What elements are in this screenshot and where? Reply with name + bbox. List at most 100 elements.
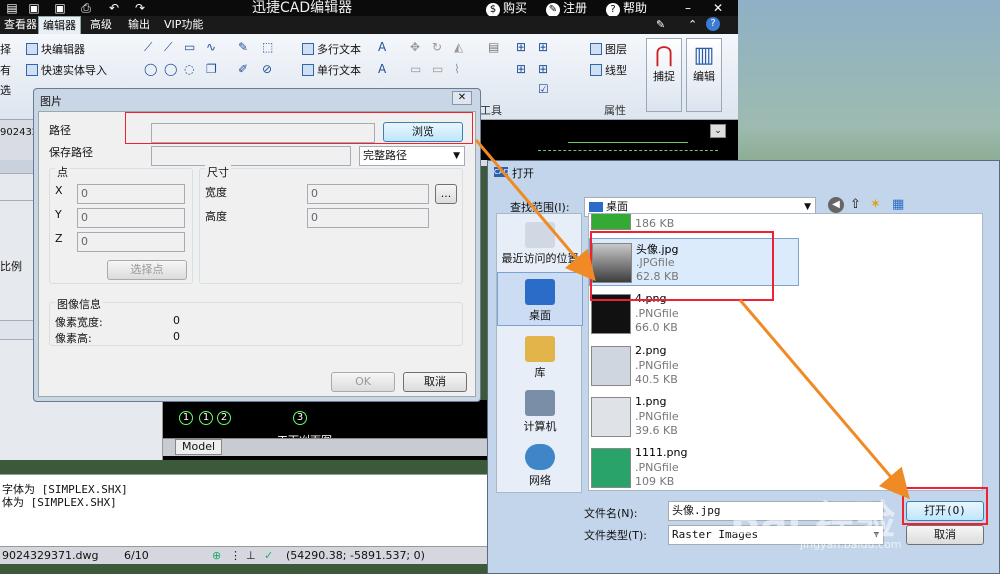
arc-tool-icon[interactable]: ◌ [184,62,194,76]
singleline-text-button[interactable]: 单行文本 [302,62,361,78]
spline-tool-icon[interactable]: ∿ [206,40,216,54]
grid-status-icon[interactable]: ⋮ [230,547,241,565]
help-icon: ? [606,3,620,17]
desktop-icon [589,202,603,212]
linetype-button[interactable]: 线型 [590,62,627,78]
layout-tabs: Model [163,438,488,456]
style-icon[interactable]: ✎ [656,18,665,31]
text-style-icon[interactable]: A [378,40,386,54]
redo-icon[interactable]: ↷ [132,1,148,15]
quick-import-button[interactable]: 快速实体导入 [26,62,107,78]
block-editor-icon [26,43,38,55]
circle-tool-icon[interactable]: ◯ [144,62,157,76]
scale-icon[interactable]: ▭ [432,62,443,76]
up-folder-icon[interactable]: ⇧ [850,197,861,212]
save-as-icon[interactable]: ▣ [52,1,68,15]
x-input[interactable]: 0 [77,184,185,204]
ellipse-tool-icon[interactable]: ◯ [164,62,177,76]
array-icon[interactable]: ⊞ [538,62,548,76]
brush-tool-icon[interactable]: ✐ [238,62,248,76]
print-icon[interactable]: ⎙ [78,1,94,15]
expand-icon[interactable]: ⌄ [710,124,726,138]
tab-output[interactable]: 输出 [124,16,154,34]
close-window-icon[interactable]: ✕ [710,1,726,15]
rotate-icon[interactable]: ↻ [432,40,442,54]
new-folder-icon[interactable]: ✶ [870,197,881,212]
minimize-icon[interactable]: – [680,1,696,15]
file-item-1png[interactable]: 1.png .PNGfile 39.6 KB [589,393,799,441]
z-input[interactable]: 0 [77,232,185,252]
tab-advanced[interactable]: 高级 [86,16,116,34]
select-region-icon[interactable]: ⬚ [262,40,273,54]
polar-status-icon[interactable]: ✓ [264,547,273,565]
place-library[interactable]: 库 [497,336,583,380]
tab-editor[interactable]: 编辑器 [38,16,81,34]
image-dialog: 图片 ✕ 路径 浏览 保存路径 完整路径 ▼ 点 X 0 Y 0 Z 0 选择点… [33,88,481,402]
block-editor-button[interactable]: 块编辑器 [26,41,85,57]
stretch-icon[interactable]: ▭ [410,62,421,76]
tab-vip[interactable]: VIP功能 [160,16,207,34]
pick-point-button[interactable]: 选择点 [107,260,187,280]
app-icon: CAD [494,167,510,177]
line-tool-icon[interactable]: ⟋ [144,40,152,55]
file-item-1111png[interactable]: 1111.png .PNGfile 109 KB [589,444,799,490]
save-path-label: 保存路径 [49,146,93,159]
height-label: 高度 [205,210,227,223]
check-icon[interactable]: ☑ [538,82,549,96]
move-icon[interactable]: ✥ [410,40,420,54]
undo-icon[interactable]: ↶ [106,1,122,15]
y-input[interactable]: 0 [77,208,185,228]
magnet-icon: ⋂ [654,43,674,68]
erase-tool-icon[interactable]: ⊘ [262,62,272,76]
layout-icon[interactable]: ⊞ [516,40,526,54]
text-edit-icon[interactable]: A [378,62,386,76]
network-icon [525,444,555,470]
all-label[interactable]: 有 [0,62,11,78]
copy-tool-icon[interactable]: ❐ [206,62,217,76]
table-icon[interactable]: ⊞ [538,40,548,54]
trim-icon[interactable]: ⌇ [454,62,460,76]
layer-button[interactable]: 图层 [590,41,627,57]
collapse-ribbon-icon[interactable]: ⌃ [688,18,697,31]
polyline-tool-icon[interactable]: ⟋ [164,40,172,55]
select-label[interactable]: 择 [0,41,11,57]
place-desktop[interactable]: 桌面 [497,272,583,326]
app-title: 迅捷CAD编辑器 [252,0,353,16]
menu-icon[interactable]: ▤ [4,1,20,15]
more-options-button[interactable]: ... [435,184,457,204]
rectangle-tool-icon[interactable]: ▭ [184,40,195,54]
tab-model[interactable]: Model [175,439,223,455]
tab-viewer[interactable]: 查看器 [0,16,41,34]
close-icon[interactable]: ✕ [452,91,472,105]
register-link[interactable]: ✎ 注册 [546,0,587,17]
grid-icon[interactable]: ⊞ [516,62,526,76]
ortho-status-icon[interactable]: ⊥ [246,547,256,565]
place-computer[interactable]: 计算机 [497,390,583,434]
save-icon[interactable]: ▣ [26,1,42,15]
buy-link[interactable]: $ 购买 [486,0,527,17]
open-cancel-button[interactable]: 取消 [906,525,984,545]
pen-tool-icon[interactable]: ✎ [238,40,248,54]
view-menu-icon[interactable]: ▦ [892,197,904,212]
snap-button[interactable]: ⋂ 捕捉 [646,38,682,112]
select-label-2[interactable]: 选 [0,82,11,98]
cancel-button[interactable]: 取消 [403,372,467,392]
height-input[interactable]: 0 [307,208,429,228]
multiline-text-button[interactable]: 多行文本 [302,41,361,57]
mirror-icon[interactable]: ◭ [454,40,463,54]
help-link[interactable]: ? 帮助 [606,0,647,17]
ribbon-help-icon[interactable]: ? [706,17,720,31]
place-network[interactable]: 网络 [497,444,583,488]
back-icon[interactable]: ◀ [828,197,844,213]
edit-button[interactable]: ▥ 编辑 [686,38,722,112]
file-item-2png[interactable]: 2.png .PNGfile 40.5 KB [589,342,799,390]
snap-status-icon[interactable]: ⊕ [212,547,221,565]
properties-icon[interactable]: ▤ [488,40,499,54]
recent-places-icon [525,222,555,248]
save-path-input[interactable] [151,146,351,166]
save-path-select[interactable]: 完整路径 ▼ [359,146,465,166]
place-recent[interactable]: 最近访问的位置 [497,222,583,266]
image-info-group [49,302,463,346]
width-input[interactable]: 0 [307,184,429,204]
ok-button[interactable]: OK [331,372,395,392]
